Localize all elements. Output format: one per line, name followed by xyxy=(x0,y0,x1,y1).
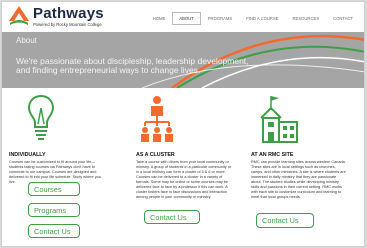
as-a-cluster-text: Take a course with others from your loca… xyxy=(136,160,232,199)
lightbulb-icon xyxy=(27,94,55,140)
pathways-logo-icon[interactable] xyxy=(7,5,31,29)
site-header: Pathways Powered by Rocky Mountain Colle… xyxy=(2,2,364,32)
page-title: About xyxy=(16,36,37,45)
contact-us-button-cluster[interactable]: Contact Us xyxy=(144,210,200,224)
programs-button[interactable]: Programs xyxy=(28,203,80,217)
hero-banner: About We're passionate about discipleshi… xyxy=(2,32,364,88)
nav-about[interactable]: ABOUT xyxy=(172,12,201,25)
nav-find-a-course[interactable]: FIND A COURSE xyxy=(239,12,285,25)
courses-button[interactable]: Courses xyxy=(28,182,80,196)
main-nav: HOME ABOUT PROGRAMS FIND A COURSE RESOUR… xyxy=(146,12,360,25)
as-a-cluster-title: AS A CLUSTER xyxy=(136,152,175,158)
rmc-site-title: AT AN RMC SITE xyxy=(251,152,294,158)
nav-home[interactable]: HOME xyxy=(146,12,173,25)
rmc-site-text: RMC can provide learning sites across we… xyxy=(251,160,346,199)
contact-us-button-individually[interactable]: Contact Us xyxy=(28,224,80,238)
cluster-people-icon xyxy=(141,96,173,142)
brand-name[interactable]: Pathways xyxy=(33,5,104,22)
nav-contact[interactable]: CONTACT xyxy=(326,12,360,25)
school-building-icon xyxy=(260,96,298,143)
page: Pathways Powered by Rocky Mountain Colle… xyxy=(1,1,365,247)
nav-resources[interactable]: RESOURCES xyxy=(286,12,327,25)
brand-tagline: Powered by Rocky Mountain College xyxy=(33,22,102,27)
individually-title: INDIVIDUALLY xyxy=(9,152,46,158)
contact-us-button-rmc-site[interactable]: Contact Us xyxy=(256,213,314,228)
hero-tagline: We're passionate about discipleship, lea… xyxy=(16,56,249,75)
nav-programs[interactable]: PROGRAMS xyxy=(201,12,239,25)
